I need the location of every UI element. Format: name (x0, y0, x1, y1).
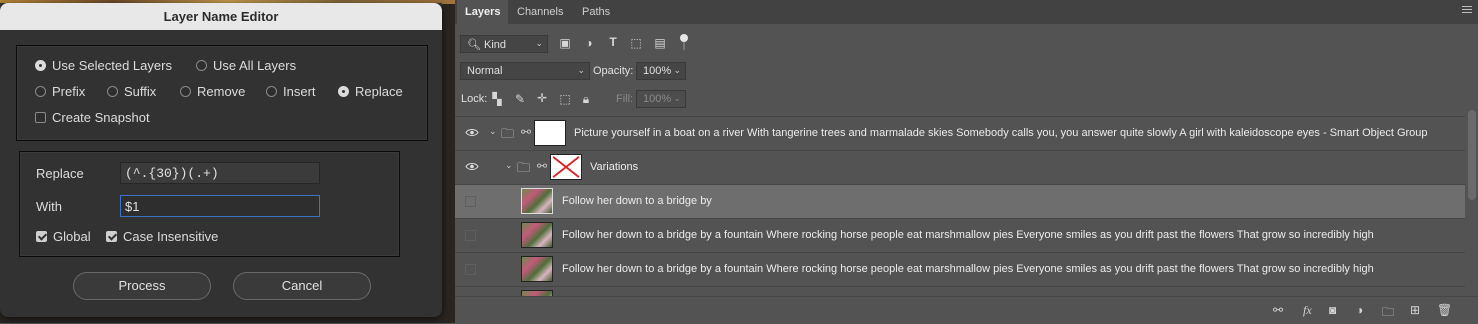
new-layer-icon[interactable]: ⊞ (1410, 303, 1420, 317)
layer-name: Follow her down to a bridge by a fountai… (562, 263, 1374, 275)
adjustment-filter-icon[interactable]: ◑ (581, 36, 597, 50)
new-group-icon[interactable]: 🗀︎ (1382, 303, 1394, 324)
fill-label: Fill: (616, 93, 634, 105)
visibility-toggle[interactable] (465, 230, 476, 241)
pixel-filter-icon[interactable]: ▣ (557, 36, 573, 50)
layer-row[interactable]: Follow her down to a bridge by a fountai… (455, 252, 1465, 286)
tab-paths[interactable]: Paths (574, 0, 618, 24)
panel-tabs: Layers Channels Paths (455, 0, 1478, 24)
remove-radio[interactable]: Remove (180, 84, 245, 99)
visibility-toggle[interactable] (465, 264, 476, 275)
lock-position-icon[interactable]: ✛ (534, 91, 550, 105)
chevron-down-icon: ⌄ (577, 65, 585, 75)
search-icon: 🔍︎ (467, 39, 481, 51)
chevron-down-icon[interactable]: ⌄ (489, 126, 497, 137)
chevron-down-icon: ⌄ (673, 93, 681, 103)
eye-icon[interactable] (465, 162, 479, 171)
layer-row[interactable]: ⌄ 🗀︎ ⚯ Variations (455, 150, 1465, 184)
chevron-down-icon: ⌄ (673, 65, 681, 75)
adjustment-layer-icon[interactable]: ◑ (1356, 303, 1363, 317)
shape-filter-icon[interactable]: ⬚ (628, 36, 644, 50)
layer-thumbnail (521, 256, 553, 282)
replace-radio[interactable]: Replace (338, 84, 403, 99)
layer-name: Follow her down to a bridge by a fountai… (562, 229, 1374, 241)
layer-thumbnail (521, 222, 553, 248)
with-label: With (36, 199, 62, 214)
global-checkbox[interactable]: Global (36, 229, 91, 244)
radio-indicator (338, 86, 349, 97)
chevron-down-icon[interactable]: ⌄ (505, 160, 513, 171)
tab-layers[interactable]: Layers (457, 0, 509, 24)
layer-thumbnail (521, 188, 553, 214)
use-all-layers-radio[interactable]: Use All Layers (196, 58, 296, 73)
link-layers-icon[interactable]: ⚯ (1273, 303, 1283, 317)
chevron-down-icon: ⌄ (535, 38, 543, 48)
type-filter-icon[interactable]: T (605, 35, 621, 49)
lock-label: Lock: (461, 93, 488, 105)
use-selected-layers-radio[interactable]: Use Selected Layers (35, 58, 172, 73)
fx-icon[interactable]: fx (1303, 303, 1312, 318)
smart-object-filter-icon[interactable]: ▤ (652, 36, 668, 50)
radio-indicator (107, 86, 118, 97)
filter-toggle-icon[interactable] (680, 34, 688, 42)
radio-indicator (35, 60, 46, 71)
layer-name: Picture yourself in a boat on a river Wi… (574, 127, 1428, 139)
checkbox-indicator (35, 112, 46, 123)
radio-indicator (266, 86, 277, 97)
dialog-title: Layer Name Editor (0, 3, 442, 30)
trash-icon[interactable]: 🗑︎ (1437, 303, 1452, 317)
scrollbar-thumb[interactable] (1468, 110, 1476, 200)
insert-radio[interactable]: Insert (266, 84, 316, 99)
layer-row-partial[interactable] (455, 286, 1465, 296)
fill-input[interactable]: 100% ⌄ (636, 90, 686, 108)
prefix-radio[interactable]: Prefix (35, 84, 85, 99)
replace-label: Replace (36, 166, 84, 181)
panel-menu-icon[interactable] (1462, 6, 1472, 15)
blend-mode-select[interactable]: Normal ⌄ (460, 62, 590, 80)
options-group: Use Selected Layers Use All Layers Prefi… (16, 45, 428, 141)
suffix-radio[interactable]: Suffix (107, 84, 156, 99)
with-input[interactable] (120, 195, 320, 217)
layer-thumbnail (534, 120, 566, 146)
link-icon: ⚯ (537, 159, 548, 173)
process-button[interactable]: Process (73, 272, 211, 300)
folder-icon: 🗀︎ (517, 160, 531, 175)
create-snapshot-checkbox[interactable]: Create Snapshot (35, 110, 150, 125)
folder-icon: 🗀︎ (501, 126, 515, 141)
layer-name: Variations (590, 161, 639, 173)
layer-name: Follow her down to a bridge by (562, 195, 712, 207)
layer-row[interactable]: ⌄ 🗀︎ ⚯ Picture yourself in a boat on a r… (455, 116, 1465, 150)
radio-indicator (35, 86, 46, 97)
case-insensitive-checkbox[interactable]: Case Insensitive (106, 229, 218, 244)
lock-image-pixels-icon[interactable]: ✎ (512, 92, 528, 106)
lock-all-icon[interactable]: 🔒︎ (578, 92, 594, 107)
add-mask-icon[interactable]: ◙ (1329, 303, 1336, 317)
radio-indicator (180, 86, 191, 97)
replace-input[interactable] (120, 162, 320, 184)
replace-group: Replace With Global Case Insensitive (19, 151, 400, 257)
filter-kind-select[interactable]: 🔍︎ Kind ⌄ (460, 35, 548, 53)
radio-indicator (196, 60, 207, 71)
layer-name-editor-dialog: Layer Name Editor Use Selected Layers Us… (0, 3, 442, 317)
opacity-input[interactable]: 100% ⌄ (636, 62, 686, 80)
layers-panel: Layers Channels Paths 🔍︎ Kind ⌄ ▣ ◑ T ⬚ ▤… (455, 0, 1478, 324)
lock-transparent-pixels-icon[interactable]: ▚ (489, 92, 505, 106)
lock-artboard-icon[interactable]: ⬚ (557, 92, 573, 106)
eye-icon[interactable] (465, 128, 479, 137)
layer-row[interactable]: Follow her down to a bridge by a fountai… (455, 218, 1465, 252)
tab-channels[interactable]: Channels (509, 0, 571, 24)
no-mask-thumbnail (550, 154, 582, 180)
checkbox-indicator (36, 231, 47, 242)
checkbox-indicator (106, 231, 117, 242)
visibility-toggle[interactable] (465, 196, 476, 207)
opacity-label: Opacity: (593, 65, 634, 77)
panel-footer: ⚯ fx ◙ ◑ 🗀︎ ⊞ 🗑︎ (455, 296, 1478, 324)
filter-toggle-stem (683, 42, 685, 50)
layer-row-selected[interactable]: Follow her down to a bridge by (455, 184, 1465, 218)
cancel-button[interactable]: Cancel (233, 272, 371, 300)
link-icon: ⚯ (521, 125, 532, 139)
